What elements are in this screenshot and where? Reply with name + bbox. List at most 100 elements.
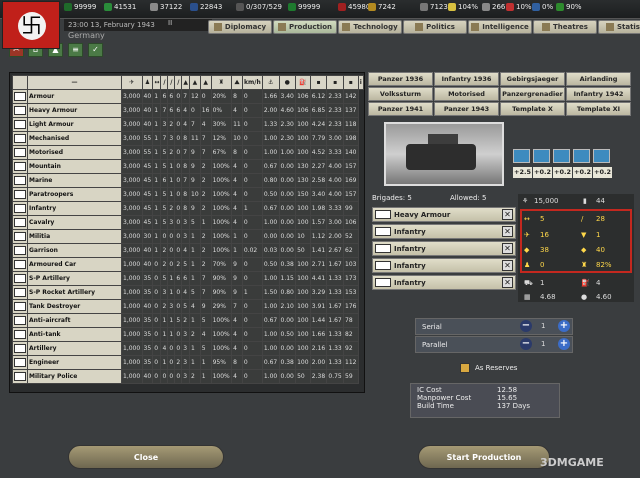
table-row[interactable]: Armoured Car 1,000 40 0 2 0 2 5 1 2 70% 9 0 0.50 0.38 1… (12, 257, 364, 272)
reserves-checkbox[interactable] (460, 363, 470, 373)
column-header[interactable] (12, 75, 28, 90)
column-header[interactable]: ▪ (326, 75, 344, 90)
remove-brigade-icon[interactable]: ✕ (502, 209, 513, 220)
pause-button[interactable]: II (168, 19, 172, 27)
brigade-slot[interactable]: Heavy Armour ✕ (372, 207, 516, 222)
column-header[interactable]: / (167, 75, 176, 90)
table-row[interactable]: Motorised 3,000 55 1 5 2 0 7 9 7 67% 8 0 1.00 1.00 100 4… (12, 145, 364, 160)
unit-name[interactable]: Mechanised (27, 131, 122, 146)
table-row[interactable]: Armour 3,000 40 1 6 6 0 7 12 0 20% 8 0 1.66 3.40 106 6.1… (12, 89, 364, 104)
tab-theatres[interactable]: Theatres (533, 20, 597, 34)
unit-name[interactable]: Engineer (27, 355, 122, 370)
column-header[interactable]: ⚓ (261, 75, 280, 90)
template-button[interactable]: Template X (500, 102, 565, 116)
unit-name[interactable]: Armour (27, 89, 122, 104)
column-header[interactable]: ✈ (121, 75, 143, 90)
tab-diplomacy[interactable]: Diplomacy (208, 20, 272, 34)
unit-name[interactable]: S-P Artillery (27, 271, 122, 286)
template-button[interactable]: Panzergrenadier (500, 87, 565, 101)
remove-brigade-icon[interactable]: ✕ (502, 243, 513, 254)
unit-name[interactable]: Motorised (27, 145, 122, 160)
unit-name[interactable]: Artillery (27, 341, 122, 356)
table-row[interactable]: Militia 3,000 30 1 0 0 0 3 1 2 100% 1 0 0.00 0.00 10 1.1… (12, 229, 364, 244)
column-header[interactable]: i (357, 75, 365, 90)
table-row[interactable]: Engineer 1,000 35 0 1 0 2 3 1 1 95% 8 0 0.67 0.38 100 2.… (12, 355, 364, 370)
template-button[interactable]: Infantry 1936 (434, 72, 499, 86)
serial-increase-button[interactable]: + (558, 320, 570, 332)
nation-flag[interactable]: 卐 (2, 1, 60, 49)
template-button[interactable]: Motorised (434, 87, 499, 101)
table-row[interactable]: S-P Rocket Artillery 1,000 35 0 3 1 0 4 5 7 90% 9 1 1… (12, 285, 364, 300)
queue-icon[interactable]: ≡ (68, 43, 83, 57)
brigade-slot[interactable]: Infantry ✕ (372, 275, 516, 290)
table-row[interactable]: Mechanised 3,000 55 1 7 3 0 8 11 7 12% 10 0 1.00 2.30 1… (12, 131, 364, 146)
serial-decrease-button[interactable]: − (520, 320, 532, 332)
column-header[interactable]: ♜ (210, 75, 233, 90)
table-row[interactable]: Artillery 1,000 35 0 4 0 0 3 1 5 100% 4 0 1.00 0.00 100… (12, 341, 364, 356)
template-button[interactable]: Panzer 1936 (368, 72, 433, 86)
table-row[interactable]: S-P Artillery 1,000 35 0 5 1 6 6 1 7 90% 9 0 1.00 1.15… (12, 271, 364, 286)
unit-name[interactable]: Mountain (27, 159, 122, 174)
table-row[interactable]: Anti-tank 1,000 35 0 1 1 0 3 2 4 100% 4 0 1.00 0.50 100… (12, 327, 364, 342)
table-row[interactable]: Marine 3,000 45 1 6 1 0 7 9 2 100% 4 0 0.80 0.00 130 2.5… (12, 173, 364, 188)
unit-name[interactable]: S-P Rocket Artillery (27, 285, 122, 300)
column-header[interactable]: ▲ (199, 75, 212, 90)
column-header[interactable]: / (160, 75, 169, 90)
unit-name[interactable]: Military Police (27, 369, 122, 384)
remove-brigade-icon[interactable]: ✕ (502, 226, 513, 237)
unit-name[interactable]: Infantry (27, 201, 122, 216)
brigade-slot[interactable]: Infantry ✕ (372, 258, 516, 273)
brigade-slot[interactable]: Infantry ✕ (372, 241, 516, 256)
table-row[interactable]: Infantry 3,000 45 1 5 2 0 8 9 2 100% 4 1 0.67 0.00 100 1… (12, 201, 364, 216)
unit-name[interactable]: Light Armour (27, 117, 122, 132)
table-row[interactable]: Paratroopers 3,000 45 1 5 1 0 8 10 2 100% 4 0 0.50 0.0… (12, 187, 364, 202)
table-row[interactable]: Cavalry 3,000 45 1 5 3 0 3 5 1 100% 4 0 1.00 0.00 100 1.… (12, 215, 364, 230)
column-header[interactable]: / (174, 75, 183, 90)
tab-technology[interactable]: Technology (338, 20, 402, 34)
column-header[interactable]: — (27, 75, 122, 90)
tab-intelligence[interactable]: Intelligence (468, 20, 532, 34)
unit-name[interactable]: Anti-tank (27, 327, 122, 342)
column-header[interactable]: km/h (241, 75, 263, 90)
column-header[interactable]: ▪ (309, 75, 328, 90)
column-header[interactable]: ⛽ (295, 75, 311, 90)
table-row[interactable]: Military Police 1,000 40 0 0 0 0 3 2 1 100% 4 0 1.00 0… (12, 369, 364, 384)
parallel-decrease-button[interactable]: − (520, 338, 532, 350)
table-row[interactable]: Mountain 3,000 45 1 5 1 0 8 9 2 100% 4 0 0.67 0.00 130 2… (12, 159, 364, 174)
check-icon[interactable]: ✓ (88, 43, 103, 57)
column-header[interactable]: ● (278, 75, 297, 90)
unit-name[interactable]: Armoured Car (27, 257, 122, 272)
tab-politics[interactable]: Politics (403, 20, 467, 34)
table-row[interactable]: Tank Destroyer 1,000 40 0 2 3 0 5 4 9 29% 7 0 1.00 2.1… (12, 299, 364, 314)
table-row[interactable]: Heavy Armour 3,000 40 1 7 6 6 4 0 16 0% 4 0 2.00 4.60 1… (12, 103, 364, 118)
column-header[interactable]: ♟ (141, 75, 154, 90)
remove-brigade-icon[interactable]: ✕ (502, 260, 513, 271)
column-header[interactable]: ▲ (189, 75, 201, 90)
unit-name[interactable]: Militia (27, 229, 122, 244)
template-button[interactable]: Template XI (566, 102, 631, 116)
unit-name[interactable]: Tank Destroyer (27, 299, 122, 314)
template-button[interactable]: Panzer 1941 (368, 102, 433, 116)
column-header[interactable]: ▲ (181, 75, 190, 90)
tab-statistics[interactable]: Statistics (598, 20, 640, 34)
remove-brigade-icon[interactable]: ✕ (502, 277, 513, 288)
start-production-button[interactable]: Start Production (418, 445, 550, 469)
parallel-increase-button[interactable]: + (558, 338, 570, 350)
unit-name[interactable]: Heavy Armour (27, 103, 122, 118)
unit-name[interactable]: Cavalry (27, 215, 122, 230)
unit-name[interactable]: Marine (27, 173, 122, 188)
tab-production[interactable]: Production (273, 20, 337, 34)
column-header[interactable]: ⛰ (231, 75, 243, 90)
table-row[interactable]: Light Armour 3,000 40 1 3 2 0 4 7 4 30% 11 0 1.33 2.30… (12, 117, 364, 132)
table-row[interactable]: Garrison 3,000 40 1 2 0 0 4 1 2 100% 1 0.02 0.03 0.00 5… (12, 243, 364, 258)
unit-name[interactable]: Paratroopers (27, 187, 122, 202)
unit-name[interactable]: Garrison (27, 243, 122, 258)
template-button[interactable]: Volkssturm (368, 87, 433, 101)
template-button[interactable]: Panzer 1943 (434, 102, 499, 116)
table-row[interactable]: Anti-aircraft 1,000 35 0 1 1 5 2 1 5 100% 4 0 0.67 0.0… (12, 313, 364, 328)
close-button[interactable]: Close (68, 445, 224, 469)
template-button[interactable]: Gebirgsjaeger (500, 72, 565, 86)
unit-name[interactable]: Anti-aircraft (27, 313, 122, 328)
column-header[interactable]: ↔ (152, 75, 162, 90)
template-button[interactable]: Airlanding (566, 72, 631, 86)
